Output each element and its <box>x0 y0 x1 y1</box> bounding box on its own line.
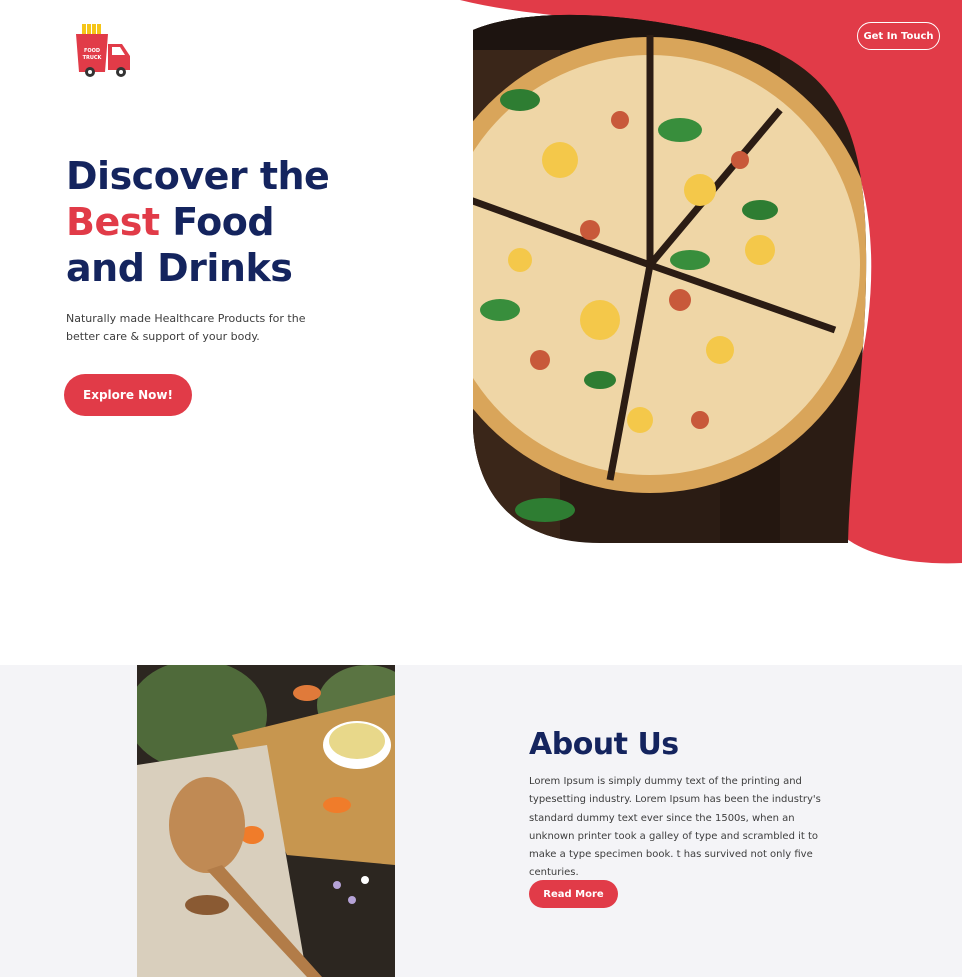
hero-section: FOOD TRUCK Get In Touch Discover the Bes… <box>0 0 962 665</box>
about-body: Lorem Ipsum is simply dummy text of the … <box>529 776 821 879</box>
cooking-ingredients-image <box>137 665 395 977</box>
hero-title-accent: Best <box>66 200 160 244</box>
hero-title: Discover the Best Food and Drinks <box>66 153 386 291</box>
read-more-button[interactable]: Read More <box>529 880 618 908</box>
svg-text:TRUCK: TRUCK <box>83 55 103 61</box>
hero-decoration <box>460 0 962 564</box>
about-section: About Us Lorem Ipsum is simply dummy tex… <box>0 665 962 977</box>
hero-subtitle: Naturally made Healthcare Products for t… <box>66 312 306 343</box>
about-title: About Us <box>529 727 679 762</box>
food-truck-logo: FOOD TRUCK <box>76 24 130 77</box>
svg-text:FOOD: FOOD <box>84 48 100 54</box>
hero-title-line1: Discover the <box>66 154 330 198</box>
get-in-touch-button[interactable]: Get In Touch <box>857 22 940 50</box>
hero-title-line2: Food <box>172 200 275 244</box>
hero-title-line3: and Drinks <box>66 246 293 290</box>
explore-now-button[interactable]: Explore Now! <box>64 374 192 416</box>
